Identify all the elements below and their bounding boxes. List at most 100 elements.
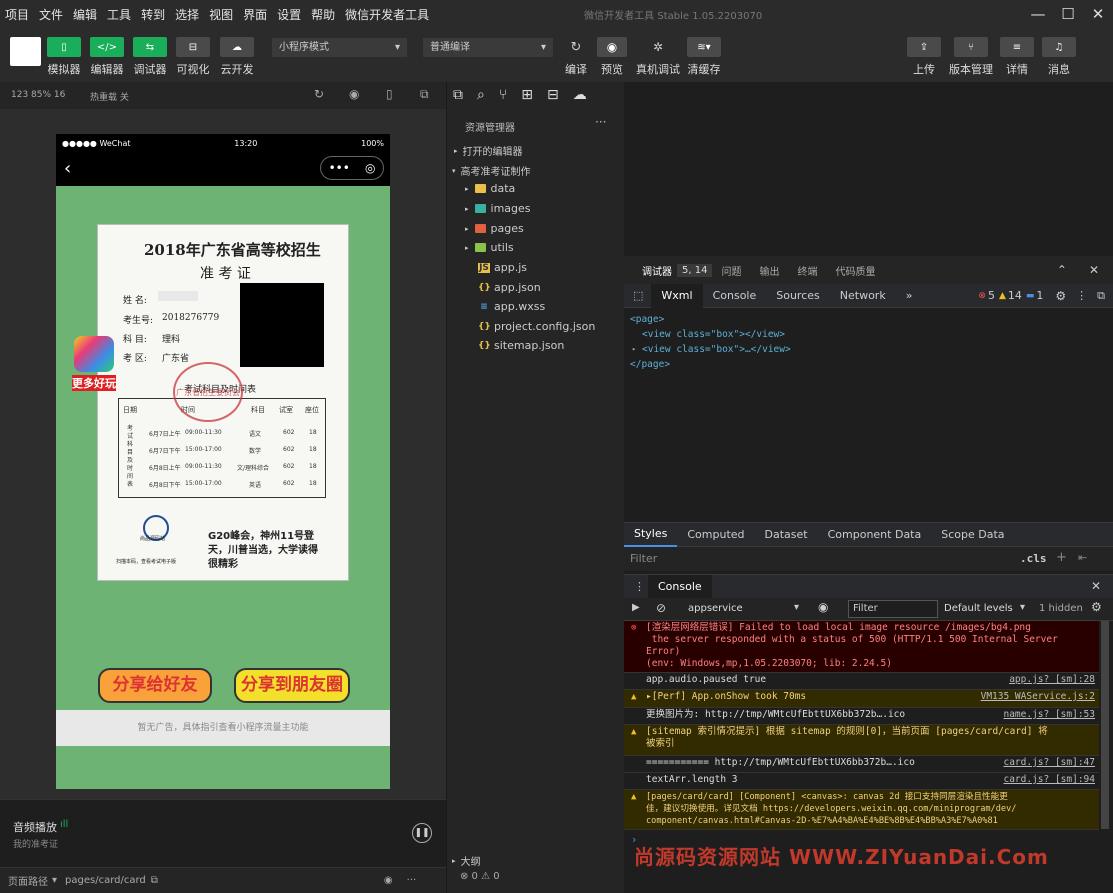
sidebar-toggle-icon[interactable]: ⇤ (1078, 551, 1087, 564)
outline-section[interactable]: ▸ 大纲 (452, 853, 481, 869)
info-count[interactable]: 1 (1036, 289, 1043, 302)
file-project-config[interactable]: {} project.config.json (478, 320, 595, 333)
error-count[interactable]: 5 (988, 289, 995, 302)
source-link[interactable]: card.js? [sm]:47 (1003, 757, 1095, 769)
dom-node[interactable]: <view class="box"></view> (630, 327, 791, 342)
close-icon[interactable]: ✕ (1091, 579, 1101, 593)
close-circle-icon[interactable]: ◎ (365, 161, 375, 175)
dom-node[interactable]: </page> (630, 357, 791, 372)
record-icon[interactable]: ◉ (349, 87, 359, 101)
project-section[interactable]: ▾ 高考准考证制作 (452, 163, 531, 179)
styles-filter-input[interactable]: Filter (630, 552, 657, 565)
cls-toggle[interactable]: .cls (1020, 552, 1047, 565)
tab-scope-data[interactable]: Scope Data (931, 528, 1014, 541)
tab-console-drawer[interactable]: Console (648, 575, 712, 599)
copy-icon[interactable]: ⧉ (151, 875, 158, 886)
close-icon[interactable]: ✕ (1089, 263, 1099, 277)
extensions-icon[interactable]: ⊞ (521, 87, 533, 103)
eye-icon[interactable]: ◉ (384, 875, 393, 886)
warning-count[interactable]: 14 (1008, 289, 1022, 302)
menu-interface[interactable]: 界面 (238, 6, 272, 23)
cloud-icon[interactable]: ☁ (573, 87, 587, 103)
tab-debugger[interactable]: 调试器 (624, 263, 681, 278)
preview-button[interactable]: ◉ 预览 (597, 37, 627, 77)
menu-project[interactable]: 项目 (0, 6, 34, 23)
eye-icon[interactable]: ◉ (818, 600, 828, 614)
tab-terminal[interactable]: 终端 (788, 263, 826, 278)
console-scrollbar[interactable] (1101, 621, 1109, 829)
inspect-icon[interactable]: ⬚ (624, 289, 651, 302)
clear-icon[interactable]: ⊘ (656, 601, 666, 615)
window-icon[interactable]: ⧉ (420, 87, 429, 102)
menu-capsule[interactable]: ••• ◎ (320, 156, 384, 180)
editor-button[interactable]: </> 编辑器 (88, 37, 126, 77)
messages-button[interactable]: ♫ 消息 (1041, 37, 1077, 77)
chevron-down-icon[interactable]: ▾ (794, 602, 799, 613)
tab-component-data[interactable]: Component Data (818, 528, 932, 541)
page-path-label[interactable]: 页面路径 (8, 873, 48, 888)
gear-icon[interactable]: ⚙ (1055, 289, 1066, 303)
menu-tools[interactable]: 工具 (102, 6, 136, 23)
menu-file[interactable]: 文件 (34, 6, 68, 23)
compile-select[interactable]: 普通编译 ▾ (423, 38, 553, 57)
file-app-json[interactable]: {} app.json (478, 281, 541, 294)
tab-console[interactable]: Console (703, 289, 767, 302)
sidebar-icon[interactable]: ▶ (632, 602, 640, 613)
tab-code-quality[interactable]: 代码质量 (826, 263, 884, 278)
tab-wxml[interactable]: Wxml (651, 283, 703, 308)
dom-node[interactable]: <page> (630, 312, 791, 327)
more-icon[interactable]: ··· (407, 875, 417, 886)
visual-button[interactable]: ⊟ 可视化 (173, 37, 213, 77)
file-app-wxss[interactable]: ≡ app.wxss (478, 300, 545, 313)
debugger-button[interactable]: ⇆ 调试器 (131, 37, 169, 77)
device-select[interactable]: 123 85% 16 (11, 90, 65, 100)
folder-utils[interactable]: ▸ utils (465, 241, 514, 254)
source-control-icon[interactable]: ⑂ (499, 87, 507, 103)
version-button[interactable]: ⑂ 版本管理 (948, 37, 994, 77)
source-link[interactable]: card.js? [sm]:94 (1003, 774, 1095, 786)
context-select[interactable]: appservice (688, 603, 743, 614)
problems-status[interactable]: ⊗ 0 ⚠ 0 (460, 871, 500, 882)
more-tabs-icon[interactable]: » (896, 289, 923, 302)
close-icon[interactable]: ✕ (1083, 5, 1113, 23)
search-icon[interactable]: ⌕ (477, 87, 485, 103)
file-sitemap[interactable]: {} sitemap.json (478, 339, 564, 352)
clear-cache-button[interactable]: ≋▾ 清缓存 (686, 37, 722, 77)
open-editors-section[interactable]: ▸ 打开的编辑器 (454, 143, 523, 159)
menu-edit[interactable]: 编辑 (68, 6, 102, 23)
menu-devtools[interactable]: 微信开发者工具 (340, 6, 434, 23)
tab-computed[interactable]: Computed (677, 528, 754, 541)
share-friend-button[interactable]: 分享给好友 (98, 668, 212, 703)
minimize-icon[interactable]: — (1023, 5, 1053, 23)
menu-settings[interactable]: 设置 (272, 6, 306, 23)
avatar[interactable] (10, 37, 41, 66)
levels-select[interactable]: Default levels (944, 603, 1013, 614)
kebab-icon[interactable]: ⋮ (1076, 289, 1087, 302)
hot-reload-toggle[interactable]: 热重载 关 (90, 90, 129, 103)
chevron-up-icon[interactable]: ⌃ (1057, 263, 1067, 277)
menu-help[interactable]: 帮助 (306, 6, 340, 23)
storage-icon[interactable]: ⊟ (547, 87, 559, 103)
gear-icon[interactable]: ⚙ (1091, 600, 1102, 614)
tab-dataset[interactable]: Dataset (755, 528, 818, 541)
menu-goto[interactable]: 转到 (136, 6, 170, 23)
menu-view[interactable]: 视图 (204, 6, 238, 23)
tab-network[interactable]: Network (830, 289, 896, 302)
source-link[interactable]: name.js? [sm]:53 (1003, 709, 1095, 721)
tab-output[interactable]: 输出 (750, 263, 788, 278)
dock-icon[interactable]: ⧉ (1097, 289, 1105, 303)
details-button[interactable]: ≡ 详情 (999, 37, 1035, 77)
share-moments-button[interactable]: 分享到朋友圈 (234, 668, 350, 703)
source-link[interactable]: app.js? [sm]:28 (1009, 674, 1095, 686)
back-icon[interactable]: ‹ (64, 158, 71, 179)
files-icon[interactable]: ⧉ (453, 87, 463, 103)
simulator-button[interactable]: ▯ 模拟器 (46, 37, 82, 77)
folder-pages[interactable]: ▸ pages (465, 222, 524, 235)
rotate-icon[interactable]: ↻ (314, 87, 324, 101)
kebab-icon[interactable]: ⋮ (634, 580, 645, 593)
add-rule-icon[interactable]: + (1056, 550, 1067, 565)
pause-icon[interactable]: ❚❚ (412, 823, 432, 843)
more-fun-icon[interactable]: 更多好玩 (72, 336, 116, 392)
cloud-button[interactable]: ☁ 云开发 (218, 37, 256, 77)
tab-styles[interactable]: Styles (624, 523, 678, 547)
